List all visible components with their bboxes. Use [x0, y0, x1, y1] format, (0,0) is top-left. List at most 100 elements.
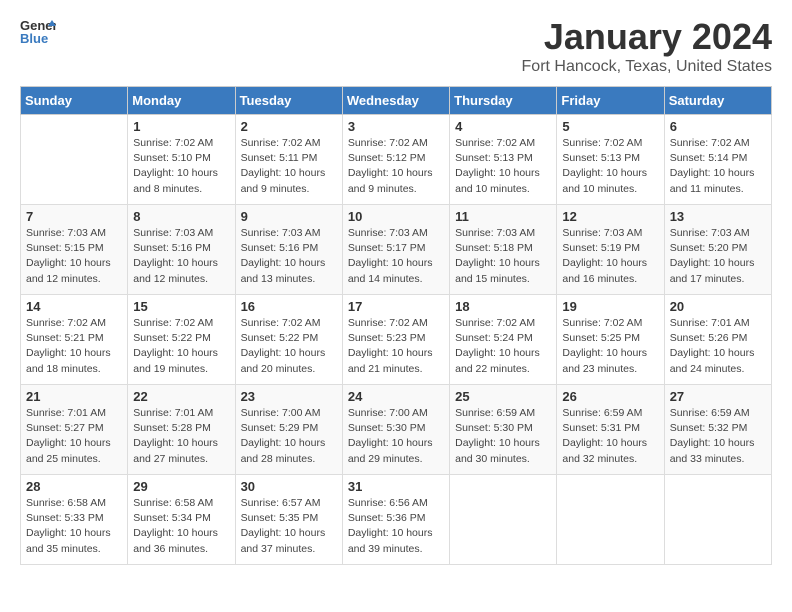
day-number: 3	[348, 119, 444, 134]
day-info: Sunrise: 6:58 AMSunset: 5:34 PMDaylight:…	[133, 496, 229, 557]
calendar-cell	[557, 475, 664, 565]
calendar-week-5: 28 Sunrise: 6:58 AMSunset: 5:33 PMDayligh…	[21, 475, 772, 565]
calendar-cell: 4 Sunrise: 7:02 AMSunset: 5:13 PMDaylight…	[450, 115, 557, 205]
calendar-cell: 23 Sunrise: 7:00 AMSunset: 5:29 PMDayligh…	[235, 385, 342, 475]
day-info: Sunrise: 7:00 AMSunset: 5:29 PMDaylight:…	[241, 406, 337, 467]
day-number: 13	[670, 209, 766, 224]
day-info: Sunrise: 7:01 AMSunset: 5:26 PMDaylight:…	[670, 316, 766, 377]
col-friday: Friday	[557, 87, 664, 115]
day-info: Sunrise: 7:03 AMSunset: 5:15 PMDaylight:…	[26, 226, 122, 287]
calendar-week-3: 14Sunrise: 7:02 AMSunset: 5:21 PMDayligh…	[21, 295, 772, 385]
calendar-cell: 25Sunrise: 6:59 AMSunset: 5:30 PMDayligh…	[450, 385, 557, 475]
day-info: Sunrise: 7:03 AMSunset: 5:17 PMDaylight:…	[348, 226, 444, 287]
col-sunday: Sunday	[21, 87, 128, 115]
day-number: 12	[562, 209, 658, 224]
calendar-cell: 6Sunrise: 7:02 AMSunset: 5:14 PMDaylight…	[664, 115, 771, 205]
calendar-cell: 5 Sunrise: 7:02 AMSunset: 5:13 PMDaylight…	[557, 115, 664, 205]
col-thursday: Thursday	[450, 87, 557, 115]
day-number: 20	[670, 299, 766, 314]
day-number: 11	[455, 209, 551, 224]
calendar-cell: 15Sunrise: 7:02 AMSunset: 5:22 PMDayligh…	[128, 295, 235, 385]
calendar-cell: 29Sunrise: 6:58 AMSunset: 5:34 PMDayligh…	[128, 475, 235, 565]
day-number: 23	[241, 389, 337, 404]
day-number: 7	[26, 209, 122, 224]
calendar-cell: 2 Sunrise: 7:02 AMSunset: 5:11 PMDaylight…	[235, 115, 342, 205]
day-info: Sunrise: 7:02 AMSunset: 5:25 PMDaylight:…	[562, 316, 658, 377]
day-info: Sunrise: 6:59 AMSunset: 5:32 PMDaylight:…	[670, 406, 766, 467]
calendar-cell: 30 Sunrise: 6:57 AMSunset: 5:35 PMDayligh…	[235, 475, 342, 565]
day-info: Sunrise: 7:03 AMSunset: 5:19 PMDaylight:…	[562, 226, 658, 287]
day-number: 18	[455, 299, 551, 314]
calendar-cell: 20 Sunrise: 7:01 AMSunset: 5:26 PMDayligh…	[664, 295, 771, 385]
day-info: Sunrise: 6:58 AMSunset: 5:33 PMDaylight:…	[26, 496, 122, 557]
day-number: 8	[133, 209, 229, 224]
title-section: January 2024 Fort Hancock, Texas, United…	[522, 16, 772, 76]
day-info: Sunrise: 7:02 AMSunset: 5:13 PMDaylight:…	[455, 136, 551, 197]
calendar-cell: 11 Sunrise: 7:03 AMSunset: 5:18 PMDayligh…	[450, 205, 557, 295]
col-saturday: Saturday	[664, 87, 771, 115]
day-info: Sunrise: 6:57 AMSunset: 5:35 PMDaylight:…	[241, 496, 337, 557]
page-header: General Blue January 2024 Fort Hancock, …	[20, 16, 772, 76]
calendar-cell: 3 Sunrise: 7:02 AMSunset: 5:12 PMDaylight…	[342, 115, 449, 205]
calendar-week-2: 7 Sunrise: 7:03 AMSunset: 5:15 PMDaylight…	[21, 205, 772, 295]
day-number: 26	[562, 389, 658, 404]
day-number: 6	[670, 119, 766, 134]
calendar-cell	[21, 115, 128, 205]
day-info: Sunrise: 7:02 AMSunset: 5:13 PMDaylight:…	[562, 136, 658, 197]
calendar-week-4: 21 Sunrise: 7:01 AMSunset: 5:27 PMDayligh…	[21, 385, 772, 475]
day-number: 2	[241, 119, 337, 134]
day-number: 25	[455, 389, 551, 404]
col-tuesday: Tuesday	[235, 87, 342, 115]
day-number: 5	[562, 119, 658, 134]
col-monday: Monday	[128, 87, 235, 115]
calendar-cell: 22 Sunrise: 7:01 AMSunset: 5:28 PMDayligh…	[128, 385, 235, 475]
day-info: Sunrise: 6:59 AMSunset: 5:31 PMDaylight:…	[562, 406, 658, 467]
calendar-cell	[450, 475, 557, 565]
calendar-cell: 27 Sunrise: 6:59 AMSunset: 5:32 PMDayligh…	[664, 385, 771, 475]
calendar-cell: 26 Sunrise: 6:59 AMSunset: 5:31 PMDayligh…	[557, 385, 664, 475]
calendar-title: January 2024	[522, 16, 772, 58]
day-number: 27	[670, 389, 766, 404]
day-info: Sunrise: 7:02 AMSunset: 5:11 PMDaylight:…	[241, 136, 337, 197]
day-info: Sunrise: 7:02 AMSunset: 5:12 PMDaylight:…	[348, 136, 444, 197]
day-info: Sunrise: 7:01 AMSunset: 5:27 PMDaylight:…	[26, 406, 122, 467]
day-info: Sunrise: 7:01 AMSunset: 5:28 PMDaylight:…	[133, 406, 229, 467]
day-number: 30	[241, 479, 337, 494]
day-info: Sunrise: 7:03 AMSunset: 5:16 PMDaylight:…	[133, 226, 229, 287]
calendar-subtitle: Fort Hancock, Texas, United States	[522, 58, 772, 76]
calendar-table: Sunday Monday Tuesday Wednesday Thursday…	[20, 86, 772, 565]
calendar-cell: 9Sunrise: 7:03 AMSunset: 5:16 PMDaylight…	[235, 205, 342, 295]
day-info: Sunrise: 7:00 AMSunset: 5:30 PMDaylight:…	[348, 406, 444, 467]
logo: General Blue	[20, 16, 56, 46]
calendar-cell: 21 Sunrise: 7:01 AMSunset: 5:27 PMDayligh…	[21, 385, 128, 475]
day-info: Sunrise: 7:02 AMSunset: 5:22 PMDaylight:…	[133, 316, 229, 377]
calendar-cell: 24 Sunrise: 7:00 AMSunset: 5:30 PMDayligh…	[342, 385, 449, 475]
day-info: Sunrise: 7:02 AMSunset: 5:23 PMDaylight:…	[348, 316, 444, 377]
calendar-cell	[664, 475, 771, 565]
day-number: 19	[562, 299, 658, 314]
calendar-week-1: 1 Sunrise: 7:02 AMSunset: 5:10 PMDaylight…	[21, 115, 772, 205]
day-number: 10	[348, 209, 444, 224]
svg-text:Blue: Blue	[20, 31, 48, 46]
calendar-cell: 14Sunrise: 7:02 AMSunset: 5:21 PMDayligh…	[21, 295, 128, 385]
calendar-cell: 10 Sunrise: 7:03 AMSunset: 5:17 PMDayligh…	[342, 205, 449, 295]
day-number: 4	[455, 119, 551, 134]
day-info: Sunrise: 7:02 AMSunset: 5:10 PMDaylight:…	[133, 136, 229, 197]
day-number: 28	[26, 479, 122, 494]
day-number: 1	[133, 119, 229, 134]
day-info: Sunrise: 7:02 AMSunset: 5:24 PMDaylight:…	[455, 316, 551, 377]
day-number: 24	[348, 389, 444, 404]
day-info: Sunrise: 7:02 AMSunset: 5:22 PMDaylight:…	[241, 316, 337, 377]
day-number: 22	[133, 389, 229, 404]
calendar-cell: 19 Sunrise: 7:02 AMSunset: 5:25 PMDayligh…	[557, 295, 664, 385]
day-info: Sunrise: 7:03 AMSunset: 5:18 PMDaylight:…	[455, 226, 551, 287]
day-info: Sunrise: 7:03 AMSunset: 5:16 PMDaylight:…	[241, 226, 337, 287]
day-number: 21	[26, 389, 122, 404]
calendar-cell: 18 Sunrise: 7:02 AMSunset: 5:24 PMDayligh…	[450, 295, 557, 385]
calendar-cell: 1 Sunrise: 7:02 AMSunset: 5:10 PMDaylight…	[128, 115, 235, 205]
calendar-cell: 7 Sunrise: 7:03 AMSunset: 5:15 PMDaylight…	[21, 205, 128, 295]
col-wednesday: Wednesday	[342, 87, 449, 115]
day-info: Sunrise: 7:02 AMSunset: 5:21 PMDaylight:…	[26, 316, 122, 377]
day-number: 31	[348, 479, 444, 494]
calendar-cell: 8 Sunrise: 7:03 AMSunset: 5:16 PMDaylight…	[128, 205, 235, 295]
